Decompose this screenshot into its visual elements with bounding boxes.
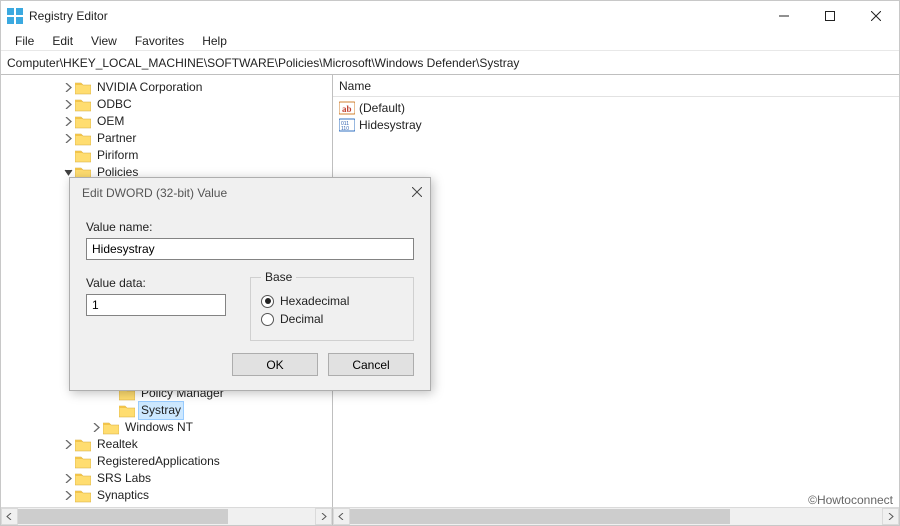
tree-item-label: Realtek — [95, 436, 140, 453]
minimize-button[interactable] — [761, 1, 807, 31]
address-path: Computer\HKEY_LOCAL_MACHINE\SOFTWARE\Pol… — [7, 56, 519, 70]
tree-hscroll[interactable] — [1, 507, 333, 525]
list-item[interactable]: Hidesystray — [339, 116, 893, 133]
tree-item-label: RegisteredApplications — [95, 453, 222, 470]
tree-item[interactable]: Synaptics — [1, 487, 332, 504]
value-name: (Default) — [359, 101, 405, 115]
maximize-button[interactable] — [807, 1, 853, 31]
menu-favorites[interactable]: Favorites — [127, 32, 192, 50]
menu-file[interactable]: File — [7, 32, 42, 50]
value-list[interactable]: (Default) Hidesystray — [333, 97, 899, 135]
chevron-down-icon[interactable] — [61, 168, 75, 177]
radio-dec-label: Decimal — [280, 312, 323, 326]
radio-icon — [261, 313, 274, 326]
tree-item[interactable]: Systray — [1, 402, 332, 419]
close-button[interactable] — [853, 1, 899, 31]
value-name-label: Value name: — [86, 220, 414, 234]
folder-icon — [75, 80, 91, 96]
list-hscroll-track[interactable] — [350, 508, 882, 525]
folder-icon — [75, 148, 91, 164]
string-value-icon — [339, 100, 355, 116]
tree-item-label: ODBC — [95, 96, 134, 113]
scroll-left-button[interactable] — [1, 508, 18, 525]
radio-decimal[interactable]: Decimal — [261, 312, 403, 326]
menu-help[interactable]: Help — [194, 32, 235, 50]
tree-item-label: Partner — [95, 130, 138, 147]
list-item[interactable]: (Default) — [339, 99, 893, 116]
dialog-title: Edit DWORD (32-bit) Value — [82, 186, 227, 200]
tree-item[interactable]: ODBC — [1, 96, 332, 113]
scroll-right-button[interactable] — [882, 508, 899, 525]
ok-button[interactable]: OK — [232, 353, 318, 376]
tree-item[interactable]: OEM — [1, 113, 332, 130]
tree-hscroll-thumb[interactable] — [18, 509, 228, 524]
base-legend: Base — [261, 270, 296, 284]
chevron-right-icon[interactable] — [61, 440, 75, 449]
scroll-left-button[interactable] — [333, 508, 350, 525]
tree-item[interactable]: Realtek — [1, 436, 332, 453]
chevron-right-icon[interactable] — [61, 134, 75, 143]
radio-icon — [261, 295, 274, 308]
window-title: Registry Editor — [29, 9, 108, 23]
chevron-right-icon[interactable] — [61, 474, 75, 483]
menubar: File Edit View Favorites Help — [1, 31, 899, 51]
value-data-input[interactable] — [86, 294, 226, 316]
tree-item[interactable]: RegisteredApplications — [1, 453, 332, 470]
folder-icon — [75, 454, 91, 470]
horizontal-scrollbars — [1, 507, 899, 525]
chevron-right-icon[interactable] — [61, 491, 75, 500]
edit-dword-dialog: Edit DWORD (32-bit) Value Value name: Va… — [69, 177, 431, 391]
folder-icon — [103, 420, 119, 436]
tree-item-label: OEM — [95, 113, 126, 130]
folder-icon — [119, 403, 135, 419]
tree-item[interactable]: SRS Labs — [1, 470, 332, 487]
menu-edit[interactable]: Edit — [44, 32, 81, 50]
folder-icon — [75, 471, 91, 487]
radio-hexadecimal[interactable]: Hexadecimal — [261, 294, 403, 308]
tree-item[interactable]: NVIDIA Corporation — [1, 79, 332, 96]
tree-item-label: Systray — [139, 402, 183, 419]
chevron-right-icon[interactable] — [89, 423, 103, 432]
list-header-name[interactable]: Name — [333, 75, 899, 97]
base-fieldset: Base Hexadecimal Decimal — [250, 270, 414, 341]
address-bar[interactable]: Computer\HKEY_LOCAL_MACHINE\SOFTWARE\Pol… — [1, 51, 899, 75]
value-data-label: Value data: — [86, 276, 226, 290]
chevron-right-icon[interactable] — [61, 117, 75, 126]
value-name-input[interactable] — [86, 238, 414, 260]
tree-item-label: Windows NT — [123, 419, 195, 436]
folder-icon — [75, 114, 91, 130]
folder-icon — [75, 131, 91, 147]
tree-item-label: SRS Labs — [95, 470, 153, 487]
list-hscroll-thumb[interactable] — [350, 509, 730, 524]
radio-hex-label: Hexadecimal — [280, 294, 349, 308]
tree-hscroll-track[interactable] — [18, 508, 315, 525]
value-name: Hidesystray — [359, 118, 422, 132]
regedit-icon — [7, 8, 23, 24]
tree-item[interactable]: Windows NT — [1, 419, 332, 436]
folder-icon — [75, 488, 91, 504]
folder-icon — [75, 97, 91, 113]
cancel-button[interactable]: Cancel — [328, 353, 414, 376]
dialog-close-button[interactable] — [412, 186, 422, 200]
titlebar: Registry Editor — [1, 1, 899, 31]
tree-item[interactable]: Partner — [1, 130, 332, 147]
dword-value-icon — [339, 117, 355, 133]
tree-item[interactable]: Piriform — [1, 147, 332, 164]
tree-item-label: Piriform — [95, 147, 140, 164]
chevron-right-icon[interactable] — [61, 100, 75, 109]
tree-item-label: NVIDIA Corporation — [95, 79, 204, 96]
watermark: ©Howtoconnect — [808, 493, 893, 507]
chevron-right-icon[interactable] — [61, 83, 75, 92]
folder-icon — [75, 437, 91, 453]
list-hscroll[interactable] — [333, 507, 899, 525]
scroll-right-button[interactable] — [315, 508, 332, 525]
menu-view[interactable]: View — [83, 32, 125, 50]
tree-item-label: Synaptics — [95, 487, 151, 504]
